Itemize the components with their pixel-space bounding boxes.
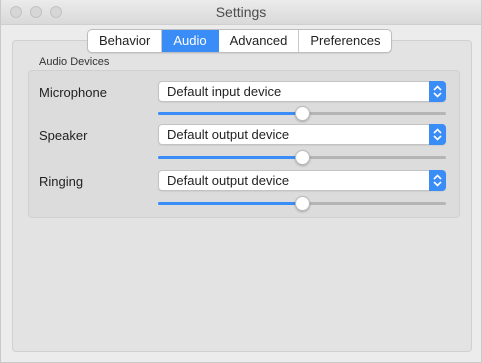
- tab-behavior[interactable]: Behavior: [88, 30, 163, 52]
- chevron-updown-icon: [429, 81, 446, 102]
- tab-audio[interactable]: Audio: [162, 30, 219, 52]
- settings-window: Settings Behavior Audio Advanced Prefere…: [0, 0, 482, 363]
- microphone-label: Microphone: [39, 85, 107, 100]
- ringing-select-value: Default output device: [167, 173, 290, 188]
- tab-bar: Behavior Audio Advanced Preferences: [87, 29, 393, 53]
- microphone-select-value: Default input device: [167, 84, 282, 99]
- speaker-select[interactable]: Default output device: [158, 124, 446, 145]
- slider-fill: [158, 202, 302, 205]
- microphone-select[interactable]: Default input device: [158, 81, 446, 102]
- ringing-label: Ringing: [39, 174, 84, 189]
- ringing-select[interactable]: Default output device: [158, 170, 446, 191]
- window-title: Settings: [215, 4, 267, 20]
- title-bar[interactable]: Settings: [1, 0, 481, 25]
- tab-advanced[interactable]: Advanced: [219, 30, 300, 52]
- slider-fill: [158, 112, 302, 115]
- slider-thumb[interactable]: [295, 106, 310, 121]
- ringing-volume-slider[interactable]: [158, 196, 446, 212]
- slider-thumb[interactable]: [295, 150, 310, 165]
- microphone-volume-slider[interactable]: [158, 106, 446, 122]
- speaker-volume-slider[interactable]: [158, 150, 446, 166]
- slider-thumb[interactable]: [295, 196, 310, 211]
- speaker-label: Speaker: [39, 128, 88, 143]
- tab-preferences[interactable]: Preferences: [299, 30, 391, 52]
- chevron-updown-icon: [429, 124, 446, 145]
- speaker-select-value: Default output device: [167, 127, 290, 142]
- audio-devices-heading: Audio Devices: [39, 56, 110, 68]
- slider-fill: [158, 156, 302, 159]
- chevron-updown-icon: [429, 170, 446, 191]
